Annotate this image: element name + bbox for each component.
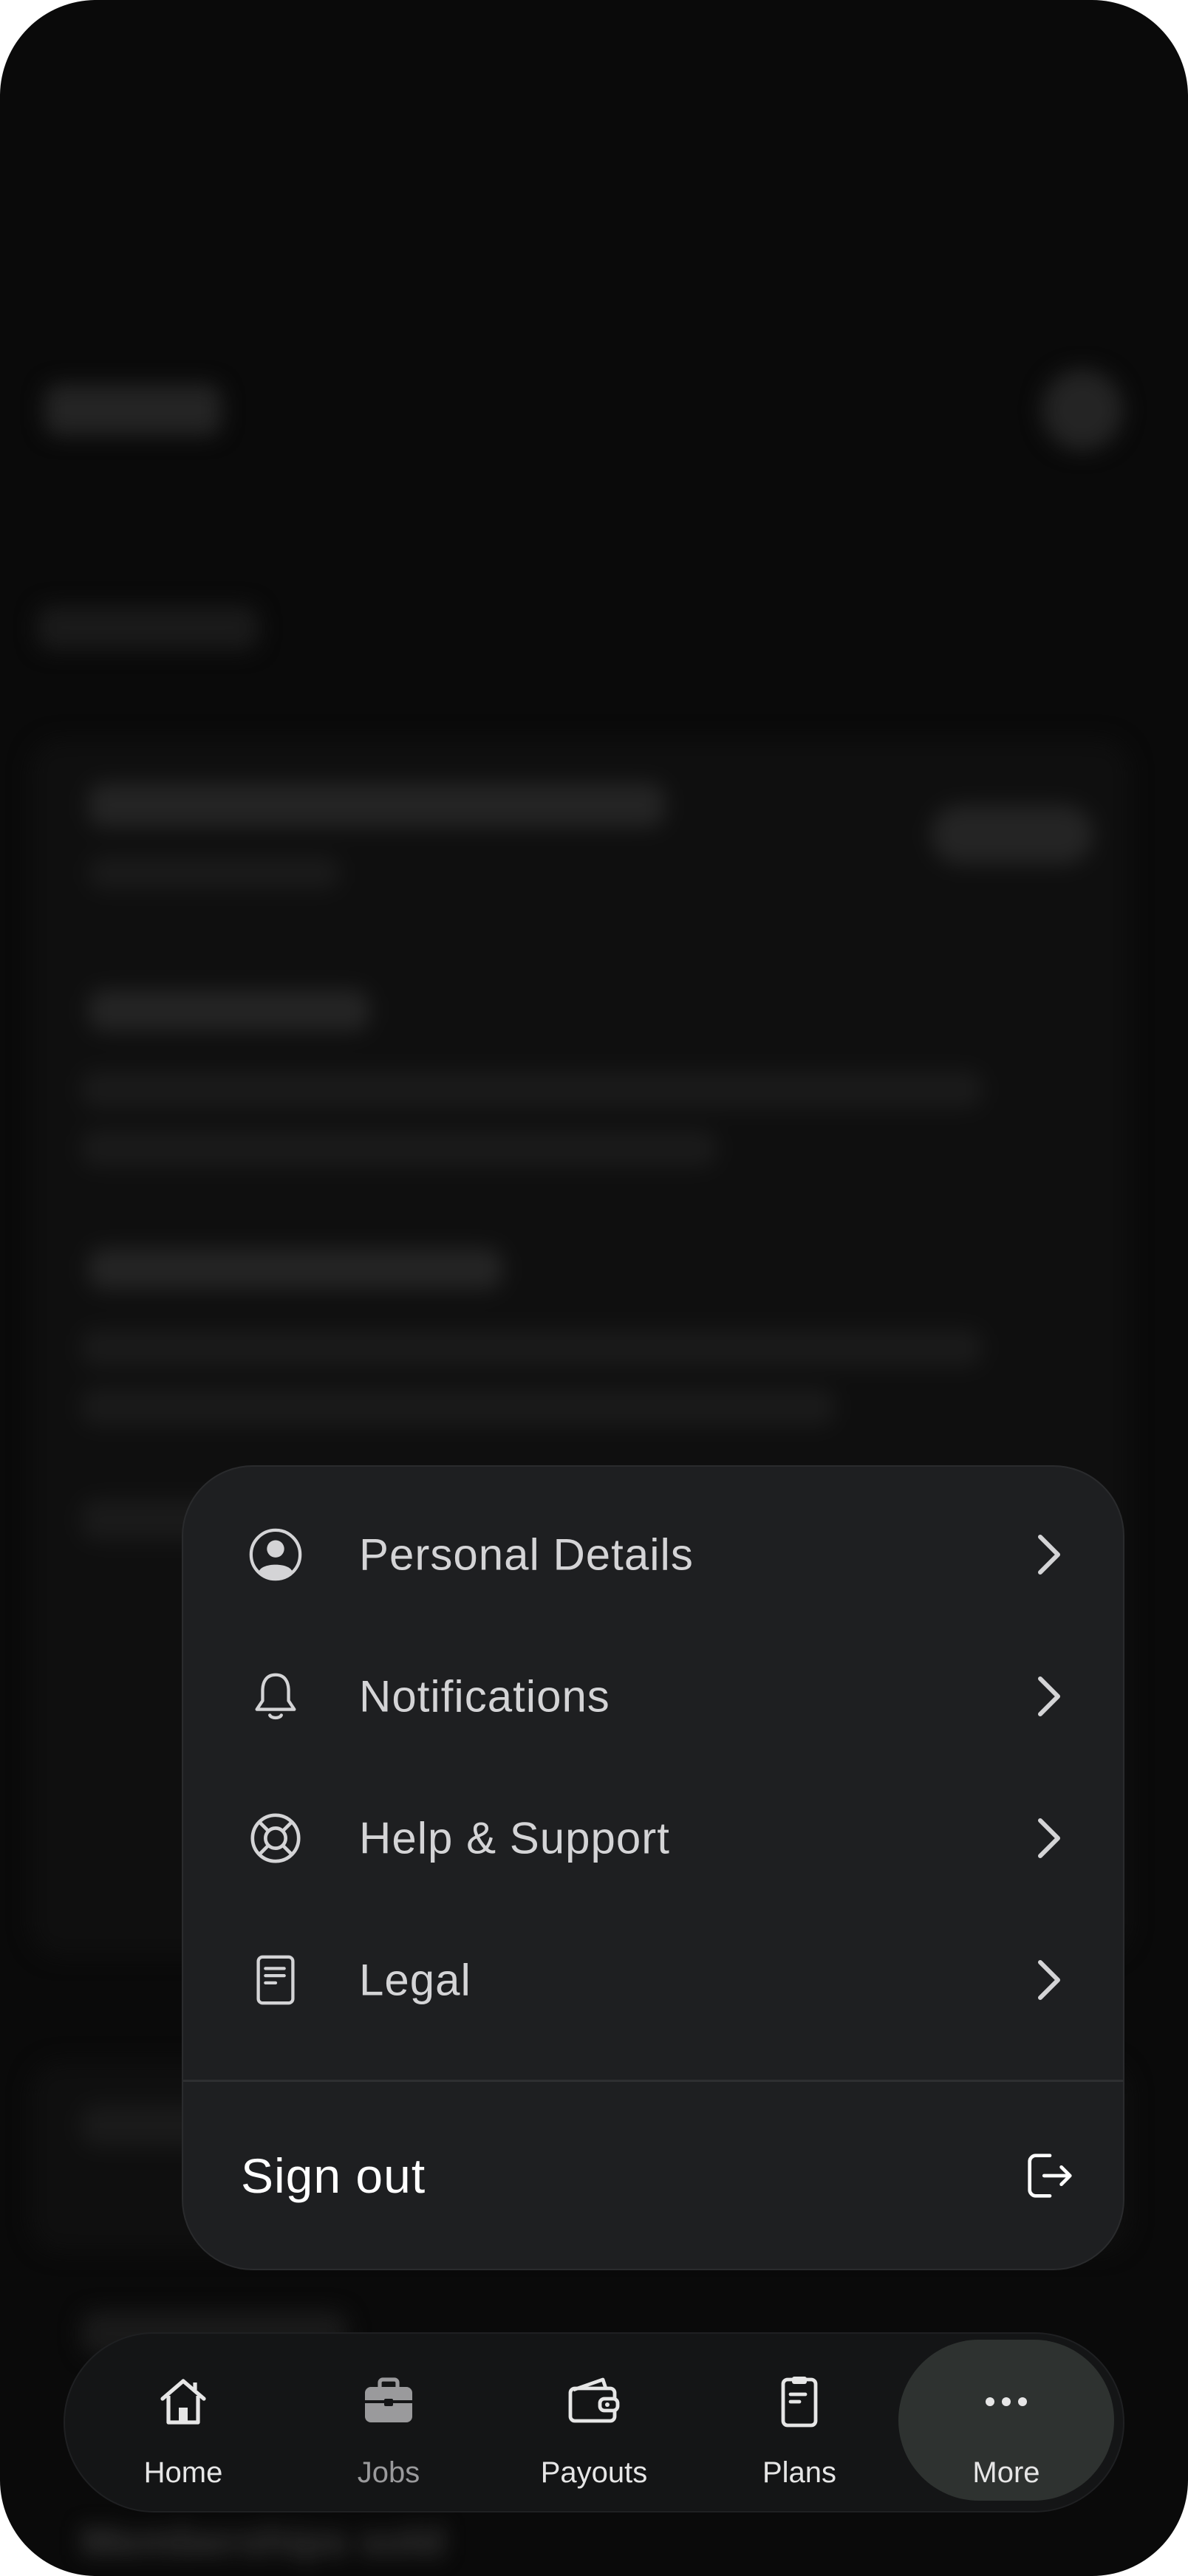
chevron-right-icon (1038, 1818, 1060, 1858)
tab-label: More (972, 2456, 1040, 2489)
bg-line (89, 783, 665, 827)
more-menu: Personal Details Notifications Help & Su… (182, 1465, 1124, 2270)
menu-item-help-support[interactable]: Help & Support (183, 1768, 1123, 1908)
bg-line (89, 990, 369, 1031)
bg-avatar (1042, 369, 1123, 451)
tab-jobs[interactable]: Jobs (300, 2334, 477, 2511)
tab-bar: Home Jobs Payouts Plans More (64, 2332, 1124, 2512)
bg-line (81, 1329, 983, 1366)
clipboard-icon (781, 2377, 818, 2428)
bg-line (81, 1071, 983, 1108)
menu-item-label: Personal Details (359, 1530, 694, 1580)
bg-bottom-label: Memberships sold (81, 2518, 445, 2564)
tab-home[interactable]: Home (95, 2334, 272, 2511)
document-icon (256, 1955, 295, 2005)
menu-item-legal[interactable]: Legal (183, 1910, 1123, 2050)
tab-label: Plans (762, 2456, 837, 2489)
tab-payouts[interactable]: Payouts (505, 2334, 683, 2511)
sign-out-button[interactable]: Sign out (183, 2083, 1123, 2269)
chevron-right-icon (1038, 1676, 1060, 1716)
menu-item-label: Legal (359, 1955, 471, 2005)
chevron-right-icon (1038, 1960, 1060, 2000)
person-circle-icon (249, 1528, 302, 1581)
bell-icon (255, 1673, 296, 1720)
bg-title (44, 384, 222, 436)
phone-screen: Memberships sold Personal Details Notifi… (0, 0, 1188, 2576)
sign-out-label: Sign out (241, 2148, 426, 2203)
home-icon (160, 2379, 206, 2425)
more-dots-icon (986, 2397, 1027, 2406)
tab-more[interactable]: More (898, 2334, 1114, 2511)
menu-item-notifications[interactable]: Notifications (183, 1626, 1123, 1767)
bg-chip (931, 805, 1093, 864)
bg-line (89, 857, 340, 889)
tab-label: Home (143, 2456, 223, 2489)
bg-subtitle (37, 606, 259, 650)
sign-out-icon (1028, 2154, 1072, 2198)
bg-line (81, 1130, 717, 1167)
bg-line (81, 1388, 835, 1425)
menu-divider (183, 2080, 1123, 2082)
tab-plans[interactable]: Plans (711, 2334, 888, 2511)
menu-item-personal-details[interactable]: Personal Details (183, 1484, 1123, 1625)
menu-item-label: Help & Support (359, 1813, 670, 1863)
tab-label: Jobs (357, 2456, 420, 2489)
lifebuoy-icon (250, 1813, 301, 1863)
menu-item-label: Notifications (359, 1671, 610, 1722)
chevron-right-icon (1038, 1535, 1060, 1575)
bg-line (89, 1248, 502, 1289)
briefcase-icon (365, 2377, 412, 2422)
wallet-icon (568, 2377, 620, 2423)
tab-label: Payouts (540, 2456, 648, 2489)
